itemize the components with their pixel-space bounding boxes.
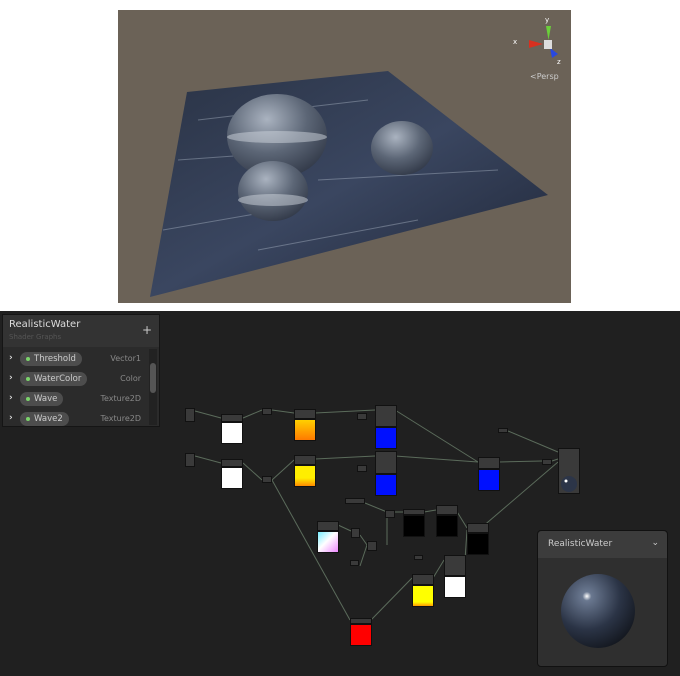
gizmo-y-label: y	[545, 16, 550, 24]
water-plane	[150, 71, 548, 297]
graph-node[interactable]	[262, 476, 272, 483]
node-preview	[403, 515, 425, 537]
graph-node[interactable]	[367, 541, 377, 551]
preview-sphere[interactable]	[538, 559, 669, 667]
blackboard-scrollbar[interactable]	[149, 349, 157, 425]
main-preview-panel[interactable]: RealisticWater ⌄	[537, 530, 668, 667]
graph-node[interactable]	[221, 414, 243, 422]
property-row[interactable]: › Wave Texture2D	[3, 389, 151, 409]
persp-icon: <	[530, 72, 537, 81]
property-type: Vector1	[110, 354, 141, 363]
property-type: Texture2D	[100, 414, 141, 423]
property-row[interactable]: › WaterColor Color	[3, 369, 151, 389]
node-preview	[436, 515, 458, 537]
graph-node[interactable]	[221, 459, 243, 467]
sphere-right	[371, 121, 433, 175]
blackboard-subtitle: Shader Graphs	[9, 333, 62, 341]
graph-node[interactable]	[436, 505, 458, 515]
preview-title: RealisticWater	[548, 539, 613, 549]
graph-node[interactable]	[262, 408, 272, 415]
master-node[interactable]	[558, 448, 580, 494]
property-name[interactable]: Threshold	[20, 352, 82, 366]
graph-node[interactable]	[351, 528, 360, 538]
graph-node[interactable]	[498, 428, 508, 433]
graph-node[interactable]	[294, 455, 316, 465]
chevron-right-icon[interactable]: ›	[9, 353, 13, 363]
graph-node[interactable]	[375, 405, 397, 427]
node-preview	[317, 531, 339, 553]
node-preview	[221, 422, 243, 444]
node-preview	[467, 533, 489, 555]
chevron-down-icon[interactable]: ⌄	[651, 538, 659, 548]
node-preview	[375, 474, 397, 496]
graph-node[interactable]	[185, 408, 195, 422]
node-preview	[375, 427, 397, 449]
graph-node[interactable]	[375, 451, 397, 474]
property-name[interactable]: Wave2	[20, 412, 69, 426]
graph-node[interactable]	[385, 510, 395, 518]
node-preview	[294, 465, 316, 487]
node-preview	[444, 576, 466, 598]
node-preview	[221, 467, 243, 489]
property-name[interactable]: WaterColor	[20, 372, 88, 386]
scene-render	[150, 71, 548, 297]
graph-node[interactable]	[412, 574, 434, 585]
graph-node[interactable]	[350, 560, 359, 566]
graph-node[interactable]	[345, 498, 365, 504]
projection-label: Persp	[536, 72, 559, 81]
property-type: Texture2D	[100, 394, 141, 403]
gizmo-z-label: z	[557, 58, 561, 66]
gizmo-x-label: x	[513, 38, 518, 46]
node-preview	[412, 585, 434, 607]
graph-node[interactable]	[357, 413, 367, 420]
sphere-left	[238, 161, 308, 221]
property-row[interactable]: › Threshold Vector1	[3, 349, 151, 369]
graph-node[interactable]	[542, 459, 552, 465]
blackboard-panel[interactable]: RealisticWater Shader Graphs + › Threshol…	[2, 314, 160, 427]
chevron-right-icon[interactable]: ›	[9, 413, 13, 423]
graph-node[interactable]	[357, 465, 367, 472]
add-property-button[interactable]: +	[142, 323, 152, 337]
graph-node[interactable]	[294, 409, 316, 419]
chevron-right-icon[interactable]: ›	[9, 373, 13, 383]
scene-view[interactable]: x y z <Persp	[118, 10, 571, 303]
property-name[interactable]: Wave	[20, 392, 64, 406]
graph-node[interactable]	[467, 523, 489, 533]
node-preview	[478, 469, 500, 491]
graph-node[interactable]	[478, 457, 500, 469]
projection-toggle[interactable]: <Persp	[530, 72, 559, 81]
node-preview	[350, 624, 372, 646]
blackboard-title: RealisticWater	[9, 319, 81, 330]
graph-node[interactable]	[414, 555, 423, 560]
property-type: Color	[120, 374, 141, 383]
chevron-right-icon[interactable]: ›	[9, 393, 13, 403]
graph-node[interactable]	[444, 555, 466, 576]
orientation-gizmo[interactable]: x y z	[513, 16, 565, 68]
graph-node[interactable]	[185, 453, 195, 467]
property-row[interactable]: › Wave2 Texture2D	[3, 409, 151, 429]
node-preview	[294, 419, 316, 441]
graph-node[interactable]	[317, 521, 339, 531]
